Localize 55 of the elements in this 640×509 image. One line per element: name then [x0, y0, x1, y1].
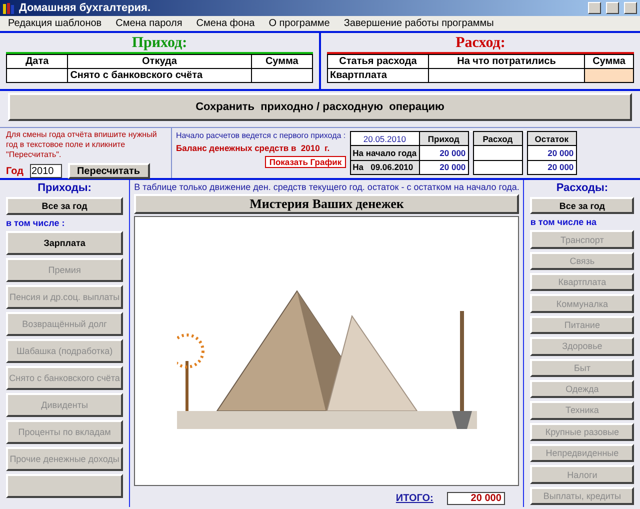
blank-button[interactable] [6, 474, 124, 498]
menu-item[interactable]: О программе [268, 18, 330, 29]
table-cell [473, 160, 522, 174]
table-cell: 20 000 [527, 146, 576, 160]
window-title: Домашняя бухгалтерия. [19, 2, 152, 14]
hint-text: Для смены года отчёта впишите нужный год в текстовое поле и кликните "Пересчитать". [6, 130, 158, 160]
table-cell [473, 146, 522, 160]
column-header: Дата [6, 54, 68, 68]
recalculate-button[interactable]: Пересчитать [68, 163, 150, 179]
table-cell: 20 000 [419, 146, 468, 160]
subtitle: в том числе : [6, 218, 66, 228]
total-value: 20 000 [447, 492, 506, 505]
row-label: На 09.06.2010 [350, 160, 420, 174]
title-button[interactable]: Мистерия Ваших денежек [134, 194, 520, 214]
category-button[interactable]: Зарплата [6, 231, 124, 255]
table-cell: 20 000 [419, 160, 468, 174]
all-year-button[interactable]: Все за год [6, 197, 124, 215]
column-header: Статья расхода [328, 54, 428, 68]
column-header: На что потратились [428, 54, 585, 68]
income-title: Приход: [132, 35, 188, 52]
menu-item[interactable]: Редакция шаблонов [8, 18, 102, 29]
subtitle: в том числе на [530, 217, 598, 228]
menu-item[interactable]: Смена пароля [116, 18, 182, 29]
table-cell: 20 000 [527, 160, 576, 174]
year-field[interactable]: 2010 [30, 164, 62, 178]
column-header: Приход [419, 132, 468, 146]
close-button[interactable] [624, 2, 637, 14]
app-icon [3, 2, 14, 14]
description-field[interactable] [428, 68, 585, 82]
all-year-button[interactable]: Все за год [530, 197, 634, 214]
maximize-button[interactable] [606, 2, 619, 14]
start-date: 20.05.2010 [350, 132, 420, 146]
note-text: В таблице только движение ден. средств текущего год. остаток - с остатком на начало года. [134, 182, 520, 192]
row-label: На начало года [350, 146, 420, 160]
date-field[interactable] [6, 68, 68, 82]
show-chart-button[interactable]: Показать График [265, 156, 346, 168]
column-header: Откуда [68, 54, 252, 68]
year-label: Год [6, 166, 24, 176]
income-list-title: Приходы: [36, 182, 92, 194]
menu-item[interactable]: Завершение работы программы [344, 18, 494, 29]
amount-field[interactable] [251, 68, 312, 82]
table-cell: Снято с банковского счёта [68, 68, 252, 82]
balance-title: Баланс денежных средств в 2010 г. [176, 143, 331, 154]
expense-title: Расход: [456, 35, 506, 52]
amount-field[interactable] [584, 68, 634, 82]
table-cell: Квартплата [328, 68, 428, 82]
column-header: Сумма [251, 54, 312, 68]
minimize-button[interactable] [588, 2, 601, 14]
note-text: Начало расчетов ведется с первого прихода : [176, 131, 346, 141]
column-header: Расход [473, 132, 522, 146]
expense-list-title: Расходы: [555, 182, 610, 194]
save-button[interactable]: Сохранить приходно / расходную операцию [8, 93, 632, 121]
column-header: Остаток [527, 132, 576, 146]
total-label: ИТОГО: [396, 493, 434, 504]
menu-item[interactable]: Смена фона [196, 18, 255, 29]
